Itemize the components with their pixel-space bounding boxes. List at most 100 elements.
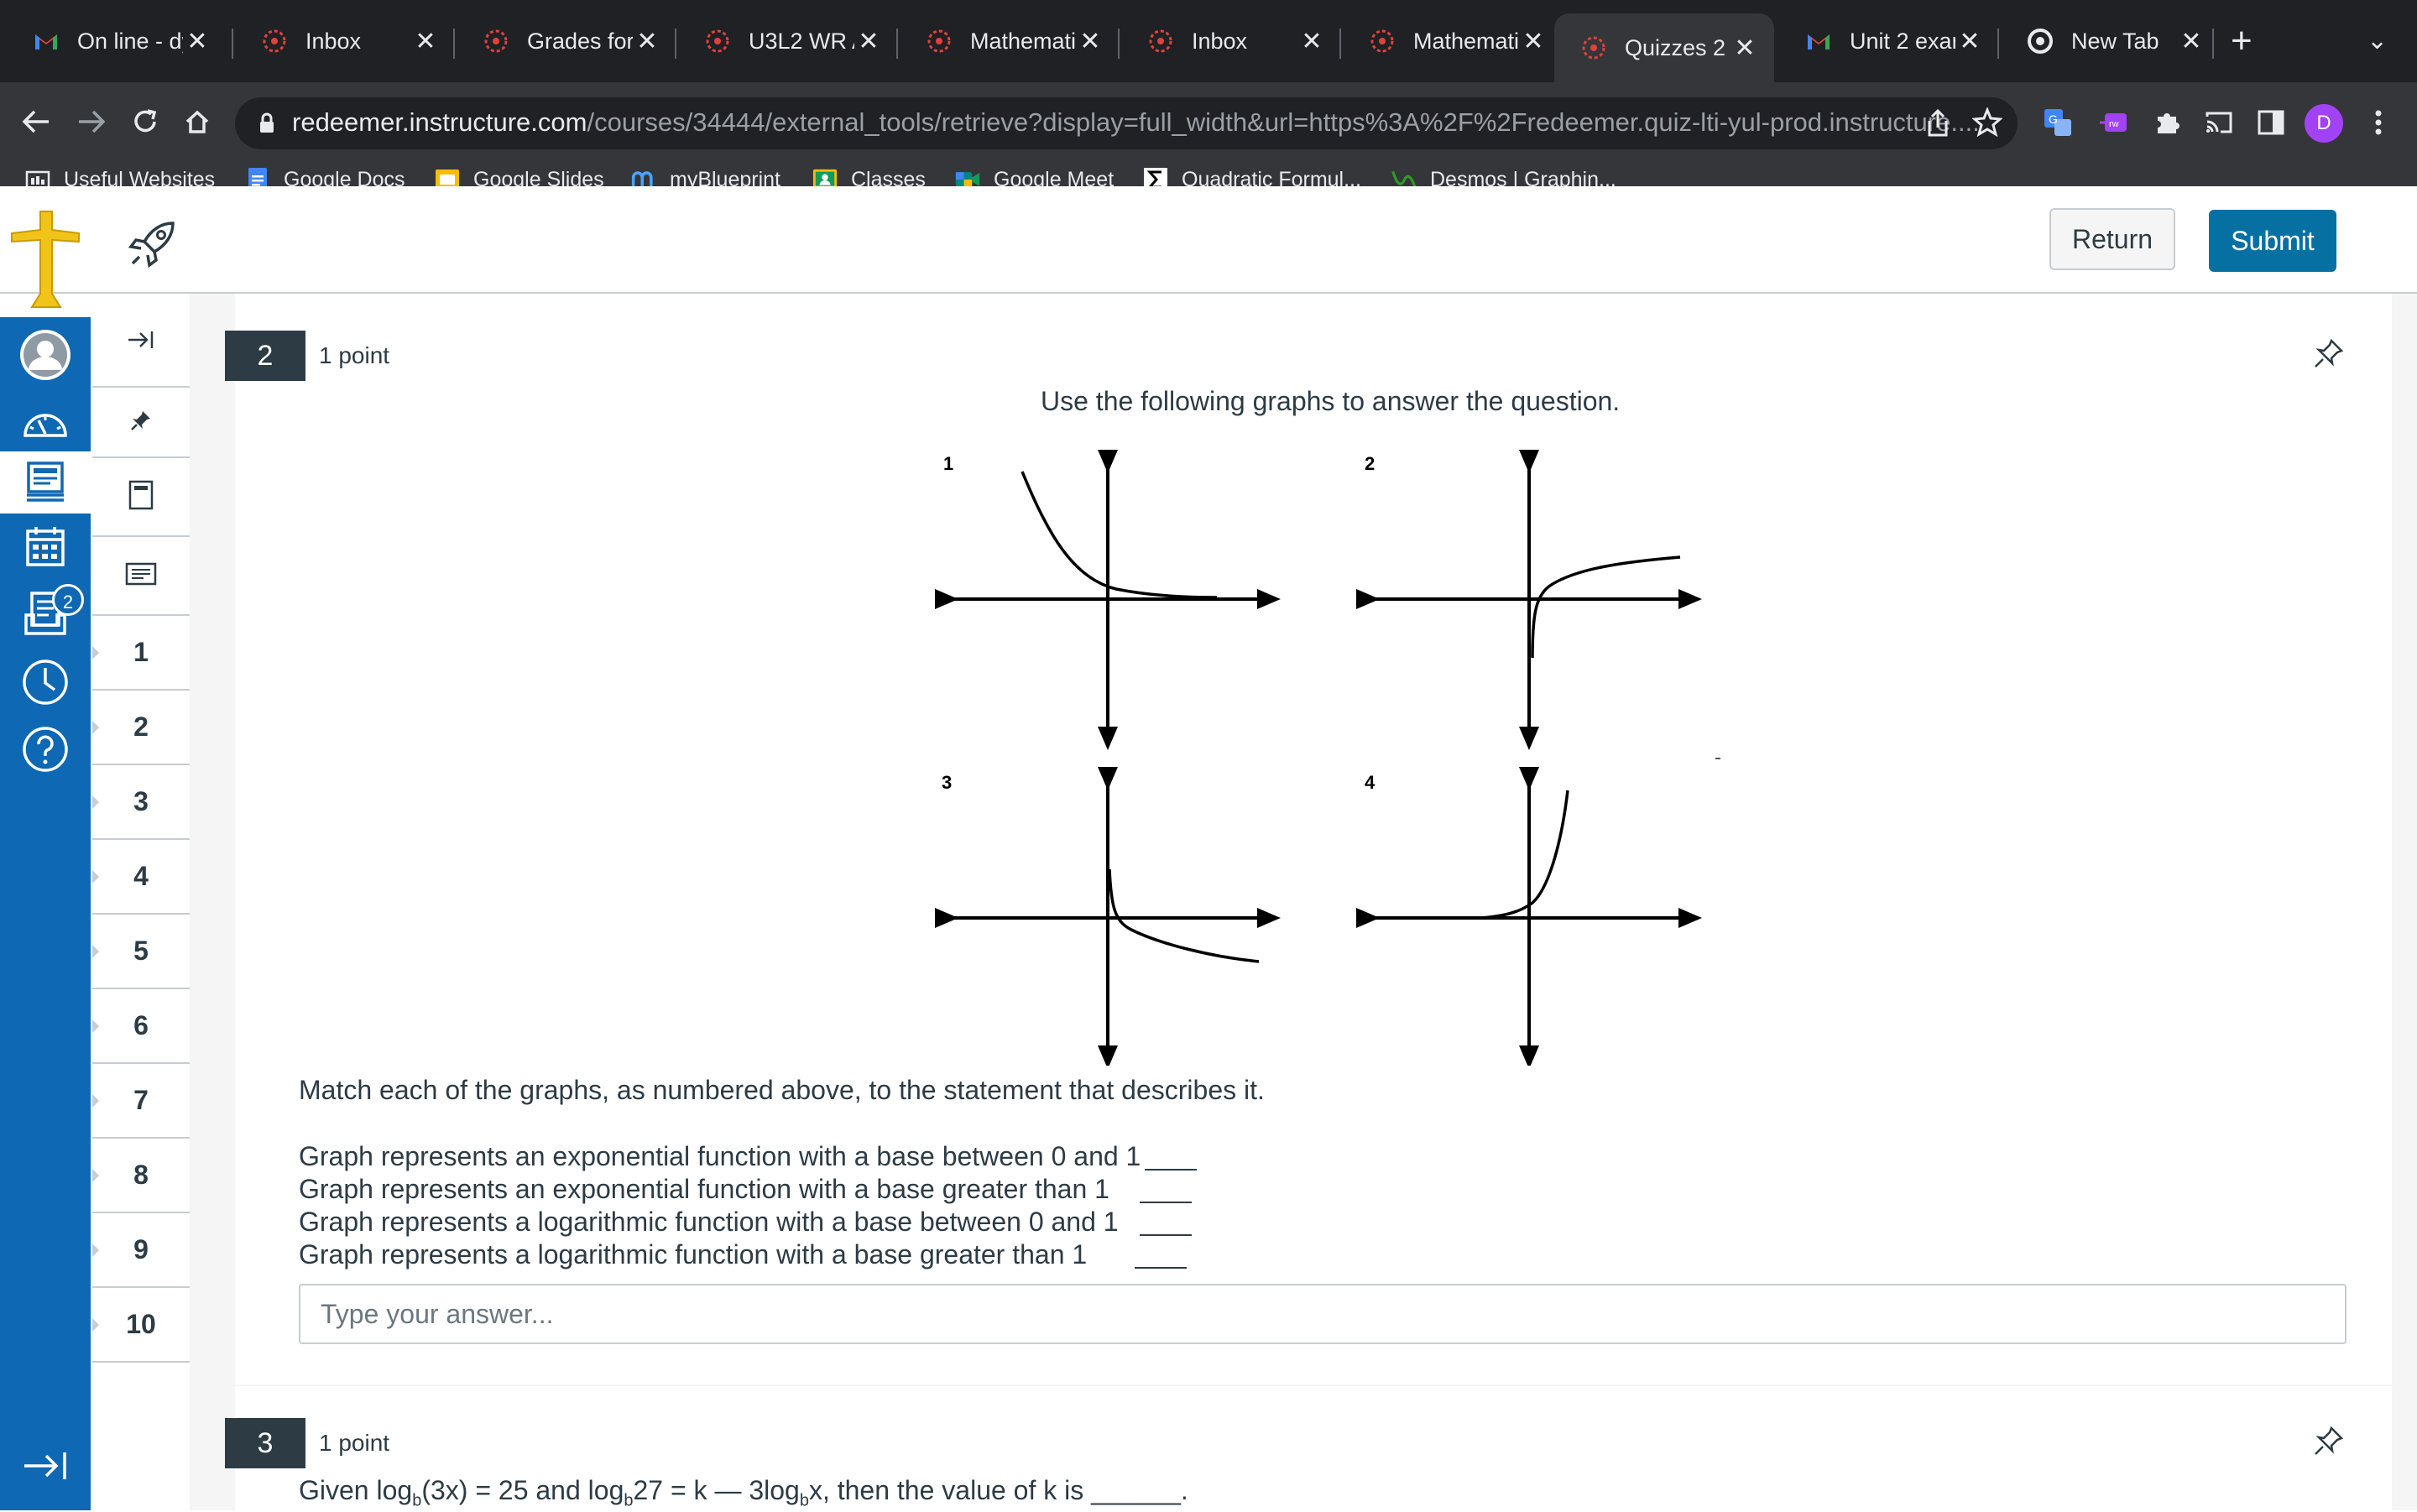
new-tab-button[interactable]: + — [2231, 18, 2253, 64]
svg-text:G: G — [2049, 112, 2058, 126]
browser-tab[interactable]: U3L2 WR A ✕ — [678, 12, 898, 70]
browser-toolbar: redeemer.instructure.com/courses/34444/e… — [0, 82, 2417, 203]
browser-tab[interactable]: On line - dy ✕ — [7, 12, 227, 70]
close-icon[interactable]: ✕ — [1297, 27, 1326, 56]
star-icon[interactable] — [1971, 106, 2003, 142]
browser-tab-active[interactable]: Quizzes 2 ✕ — [1554, 13, 1774, 82]
puzzle-icon[interactable] — [2148, 104, 2185, 141]
question-nav-item[interactable]: 4 — [92, 840, 190, 915]
pin-icon[interactable] — [2311, 337, 2345, 371]
forward-button[interactable] — [70, 101, 112, 143]
svg-text:rw: rw — [2109, 119, 2119, 129]
browser-tab[interactable]: Mathematic ✕ — [1343, 12, 1563, 70]
question-number-badge: 2 — [225, 331, 305, 381]
question-number-badge: 3 — [225, 1418, 305, 1468]
profile-avatar[interactable]: D — [2305, 104, 2343, 143]
question-points: 1 point — [319, 1430, 390, 1456]
submit-button[interactable]: Submit — [2209, 210, 2336, 272]
gmail-icon — [32, 27, 60, 55]
inbox-unread-badge: 2 — [52, 584, 84, 616]
question-nav-item[interactable]: 9 — [92, 1213, 190, 1288]
question-nav-item[interactable]: 6 — [92, 989, 190, 1064]
url-text: redeemer.instructure.com/courses/34444/e… — [292, 107, 1980, 138]
translate-extension-icon[interactable]: G — [2039, 104, 2076, 141]
tab-title: Grades for I — [527, 28, 633, 54]
question-points: 1 point — [319, 342, 390, 368]
browser-tab[interactable]: Mathematic ✕ — [900, 12, 1120, 70]
side-panel-icon[interactable] — [2253, 104, 2289, 141]
return-button[interactable]: Return — [2049, 208, 2175, 270]
tab-separator — [675, 29, 676, 59]
tab-separator — [453, 29, 455, 59]
close-icon[interactable]: ✕ — [1731, 34, 1759, 63]
dashboard-icon[interactable] — [13, 394, 77, 450]
more-menu-icon[interactable] — [2360, 104, 2397, 141]
question-nav-item[interactable]: 3 — [92, 765, 190, 840]
reload-button[interactable] — [124, 101, 166, 143]
tab-separator — [896, 29, 898, 59]
help-icon[interactable] — [13, 722, 77, 777]
notes-button[interactable] — [92, 537, 190, 616]
question-nav-item[interactable]: 7 — [92, 1064, 190, 1139]
question-nav-item[interactable]: 10 — [92, 1288, 190, 1363]
browser-tab[interactable]: Grades for I ✕ — [457, 12, 676, 70]
calendar-icon[interactable] — [13, 519, 77, 574]
question-nav-item[interactable]: 1 — [92, 616, 190, 691]
address-bar[interactable]: redeemer.instructure.com/courses/34444/e… — [235, 97, 2018, 149]
calculator-icon — [128, 480, 154, 514]
close-icon[interactable]: ✕ — [854, 27, 883, 56]
question-nav-item[interactable]: 8 — [92, 1139, 190, 1213]
question-prompt: Use the following graphs to answer the q… — [1041, 386, 1621, 416]
close-icon[interactable]: ✕ — [183, 27, 211, 56]
rocket-icon — [128, 216, 180, 273]
tab-title: Mathematic — [1413, 28, 1519, 54]
history-icon[interactable] — [13, 654, 77, 710]
question-nav-item[interactable]: 5 — [92, 915, 190, 989]
match-statement: Graph represents a logarithmic function … — [299, 1207, 1119, 1237]
match-statement: Graph represents an exponential function… — [299, 1174, 1109, 1204]
share-icon[interactable] — [1925, 108, 1950, 142]
tab-title: U3L2 WR A — [749, 28, 854, 54]
calculator-button[interactable] — [92, 458, 190, 537]
browser-tab[interactable]: New Tab ✕ — [2001, 12, 2221, 70]
close-icon[interactable]: ✕ — [1955, 27, 1984, 56]
back-button[interactable] — [15, 101, 57, 143]
tab-title: On line - dy — [77, 28, 183, 54]
browser-tab[interactable]: Inbox ✕ — [235, 12, 455, 70]
browser-tab[interactable]: Inbox ✕ — [1121, 12, 1341, 70]
close-icon[interactable]: ✕ — [1076, 27, 1104, 56]
tab-separator — [1997, 29, 1999, 59]
canvas-icon — [1146, 27, 1175, 55]
home-button[interactable] — [176, 101, 218, 143]
graph-label: 3 — [942, 772, 953, 793]
chevron-down-icon[interactable]: ⌄ — [2367, 18, 2388, 64]
expand-nav-icon[interactable] — [13, 1438, 77, 1494]
graph-2 — [1356, 450, 1702, 750]
graph-label: 1 — [943, 453, 954, 474]
close-icon[interactable]: ✕ — [411, 27, 440, 56]
browser-tab[interactable]: Unit 2 exam ✕ — [1779, 12, 1999, 70]
close-icon[interactable]: ✕ — [633, 27, 661, 56]
question-instruction: Match each of the graphs, as numbered ab… — [299, 1075, 1265, 1105]
notes-icon — [125, 562, 157, 590]
tab-title: Mathematic — [970, 28, 1076, 54]
courses-icon[interactable] — [0, 451, 91, 514]
answer-blank — [1140, 1202, 1192, 1203]
collapse-panel-button[interactable] — [92, 294, 190, 388]
tab-title: Quizzes 2 — [1625, 34, 1726, 60]
pin-icon[interactable] — [2311, 1425, 2345, 1458]
pinned-questions-button[interactable] — [92, 388, 190, 458]
cast-icon[interactable] — [2200, 104, 2237, 141]
graph-1 — [935, 450, 1281, 750]
school-logo — [8, 206, 84, 316]
graphs-image — [932, 445, 1720, 1069]
canvas-icon — [703, 27, 732, 55]
question-nav-item[interactable]: 2 — [92, 691, 190, 765]
close-icon[interactable]: ✕ — [1519, 27, 1548, 56]
lock-icon — [258, 112, 275, 138]
browser-tab-strip: On line - dy ✕ Inbox ✕ Grades for I ✕ U3… — [0, 0, 2417, 82]
close-icon[interactable]: ✕ — [2177, 27, 2206, 56]
account-avatar[interactable] — [13, 322, 77, 388]
extension-icon[interactable]: rw — [2095, 104, 2132, 141]
answer-input[interactable] — [299, 1284, 2347, 1344]
